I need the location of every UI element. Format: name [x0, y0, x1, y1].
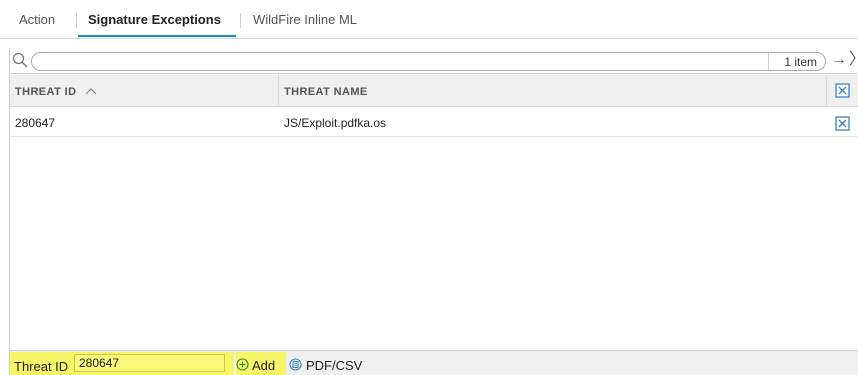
threat-id-input[interactable]	[74, 354, 225, 372]
pdf-csv-button-label: PDF/CSV	[306, 358, 363, 373]
search-input[interactable]	[42, 54, 732, 69]
count-divider	[768, 53, 769, 70]
search-bar: 1 item → 〉	[10, 48, 858, 74]
arrow-right-icon[interactable]: →	[831, 51, 847, 69]
row-checkbox-icon[interactable]	[835, 116, 850, 131]
cell-threat-name: JS/Exploit.pdfka.os	[284, 116, 387, 130]
select-all-checkbox-icon[interactable]	[835, 83, 850, 98]
item-count: 1 item	[784, 55, 817, 69]
tab-separator	[76, 13, 77, 28]
pdf-icon	[289, 358, 302, 371]
tab-bar: Action Signature Exceptions WildFire Inl…	[0, 0, 858, 39]
chevron-right-icon[interactable]: 〉	[849, 51, 858, 69]
search-icon[interactable]	[12, 52, 28, 68]
column-divider	[826, 75, 827, 106]
tab-action[interactable]: Action	[19, 12, 55, 28]
tab-signature-exceptions[interactable]: Signature Exceptions	[88, 12, 221, 28]
column-header-threat-name[interactable]: THREAT NAME	[284, 86, 368, 99]
search-box: 1 item	[31, 52, 826, 71]
add-button[interactable]: Add	[236, 352, 286, 375]
table-header: THREAT ID THREAT NAME	[10, 75, 858, 107]
grid-footer: Threat ID Add PDF/CSV	[10, 350, 858, 375]
active-tab-indicator	[78, 35, 236, 37]
exceptions-grid: 1 item → 〉 THREAT ID THREAT NAME 280647 …	[9, 48, 858, 375]
pdf-csv-button[interactable]: PDF/CSV	[289, 352, 379, 375]
add-icon	[236, 358, 249, 371]
column-divider	[278, 75, 279, 106]
table-row[interactable]: 280647 JS/Exploit.pdfka.os	[10, 108, 858, 137]
cell-threat-id: 280647	[15, 116, 56, 130]
column-header-threat-id[interactable]: THREAT ID	[15, 86, 76, 99]
threat-id-label: Threat ID	[14, 359, 69, 374]
tab-separator	[240, 13, 241, 28]
sort-asc-icon[interactable]	[85, 86, 97, 96]
tab-wildfire-inline-ml[interactable]: WildFire Inline ML	[253, 12, 357, 28]
signature-exceptions-page: Action Signature Exceptions WildFire Inl…	[0, 0, 858, 375]
add-button-label: Add	[252, 358, 276, 373]
